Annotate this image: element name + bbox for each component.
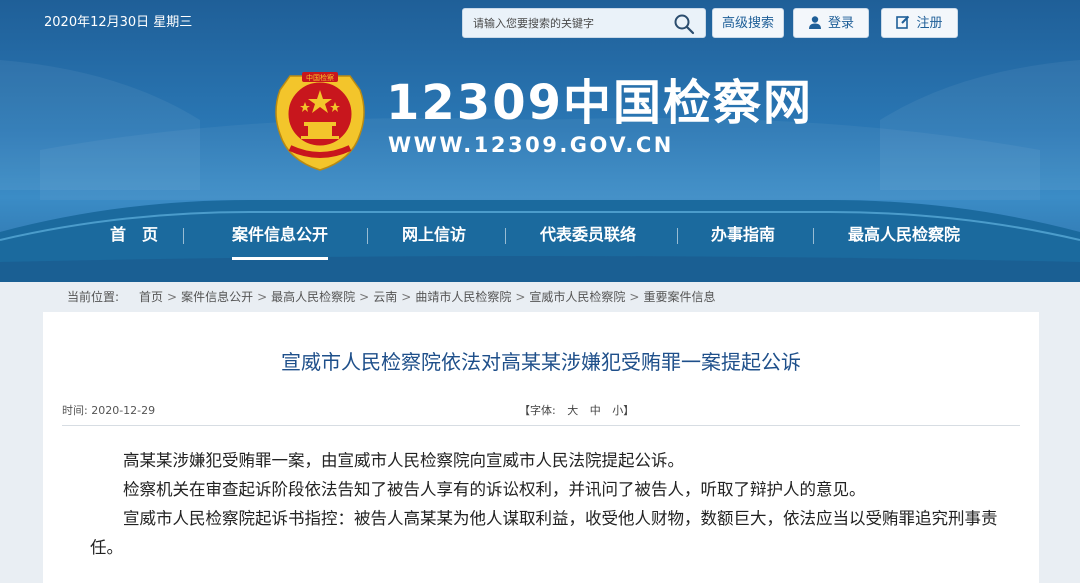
breadcrumb-yunnan[interactable]: 云南 <box>373 290 397 304</box>
breadcrumb-separator: > <box>515 290 526 304</box>
breadcrumb-separator: > <box>359 290 370 304</box>
site-url: WWW.12309.GOV.CN <box>388 133 674 157</box>
breadcrumb-home[interactable]: 首页 <box>139 290 163 304</box>
article-paragraph: 检察机关在审查起诉阶段依法告知了被告人享有的诉讼权利，并讯问了被告人，听取了辩护… <box>90 480 866 499</box>
nav-separator <box>677 228 678 244</box>
procuratorate-emblem-icon: 中国检察 <box>275 72 365 171</box>
breadcrumb-supreme[interactable]: 最高人民检察院 <box>271 290 355 304</box>
nav-separator <box>367 228 368 244</box>
login-button[interactable]: 登录 <box>793 8 869 38</box>
register-button[interactable]: 注册 <box>881 8 958 38</box>
advanced-search-button[interactable]: 高级搜索 <box>712 8 784 38</box>
breadcrumb-separator: > <box>401 290 412 304</box>
breadcrumb-important-cases[interactable]: 重要案件信息 <box>643 290 715 304</box>
article-body: 高某某涉嫌犯受贿罪一案，由宣威市人民检察院向宣威市人民法院提起公诉。 检察机关在… <box>90 446 1005 562</box>
search-box[interactable] <box>462 8 706 38</box>
nav-online-petition[interactable]: 网上信访 <box>402 224 466 246</box>
breadcrumb-links: 首页 > 案件信息公开 > 最高人民检察院 > 云南 > 曲靖市人民检察院 > 宣威市人民检察院 > 重… <box>139 288 715 305</box>
nav-supreme-procuratorate[interactable]: 最高人民检察院 <box>848 224 960 246</box>
article-meta: 时间: 2020-12-29 <box>62 402 155 418</box>
user-icon <box>808 16 821 29</box>
nav-separator <box>183 228 184 244</box>
search-input[interactable] <box>463 9 673 37</box>
nav-home[interactable]: 首 页 <box>110 224 158 246</box>
font-size-controls: 【字体: 大 中 小】 <box>519 402 634 418</box>
article-title: 宣威市人民检察院依法对高某某涉嫌犯受贿罪一案提起公诉 <box>281 350 801 374</box>
header-banner: 2020年12月30日 星期三 高级搜索 登录 注册 中国检察 <box>0 0 1080 282</box>
breadcrumb-qujing[interactable]: 曲靖市人民检察院 <box>415 290 511 304</box>
font-size-label: 【字体: <box>519 404 556 417</box>
breadcrumb-separator: > <box>257 290 268 304</box>
font-small-button[interactable]: 小】 <box>612 404 634 417</box>
time-label: 时间: <box>62 404 88 417</box>
search-icon[interactable] <box>673 13 695 35</box>
article-paragraph: 高某某涉嫌犯受贿罪一案，由宣威市人民检察院向宣威市人民法院提起公诉。 <box>90 451 684 470</box>
nav-separator <box>505 228 506 244</box>
breadcrumb-case-info[interactable]: 案件信息公开 <box>181 290 253 304</box>
nav-representative-liaison[interactable]: 代表委员联络 <box>540 224 636 246</box>
edit-icon <box>896 15 910 29</box>
article-paragraph: 宣威市人民检察院起诉书指控：被告人高某某为他人谋取利益，收受他人财物，数额巨大，… <box>90 509 998 557</box>
breadcrumb-label: 当前位置: <box>67 290 120 304</box>
register-label: 注册 <box>916 16 943 31</box>
nav-guide[interactable]: 办事指南 <box>711 224 775 246</box>
divider <box>62 425 1020 426</box>
main-nav: 首 页 案件信息公开 网上信访 代表委员联络 办事指南 最高人民检察院 <box>0 210 1080 262</box>
nav-separator <box>813 228 814 244</box>
breadcrumb: 当前位置: 首页 > 案件信息公开 > 最高人民检察院 > 云南 > 曲靖市人民检察院 > 宣威市人… <box>0 282 1080 312</box>
breadcrumb-xuanwei[interactable]: 宣威市人民检察院 <box>529 290 625 304</box>
breadcrumb-separator: > <box>629 290 640 304</box>
login-label: 登录 <box>827 16 854 31</box>
emblem-text: 中国检察 <box>306 73 334 82</box>
font-medium-button[interactable]: 中 <box>590 404 601 417</box>
site-title: 12309中国检察网 <box>386 75 813 131</box>
font-large-button[interactable]: 大 <box>567 404 578 417</box>
advanced-search-label: 高级搜索 <box>721 16 774 31</box>
article-panel: 宣威市人民检察院依法对高某某涉嫌犯受贿罪一案提起公诉 时间: 2020-12-2… <box>43 312 1039 583</box>
nav-case-info[interactable]: 案件信息公开 <box>232 224 329 260</box>
current-date: 2020年12月30日 星期三 <box>44 15 193 30</box>
publish-date: 2020-12-29 <box>91 404 156 417</box>
breadcrumb-separator: > <box>167 290 178 304</box>
